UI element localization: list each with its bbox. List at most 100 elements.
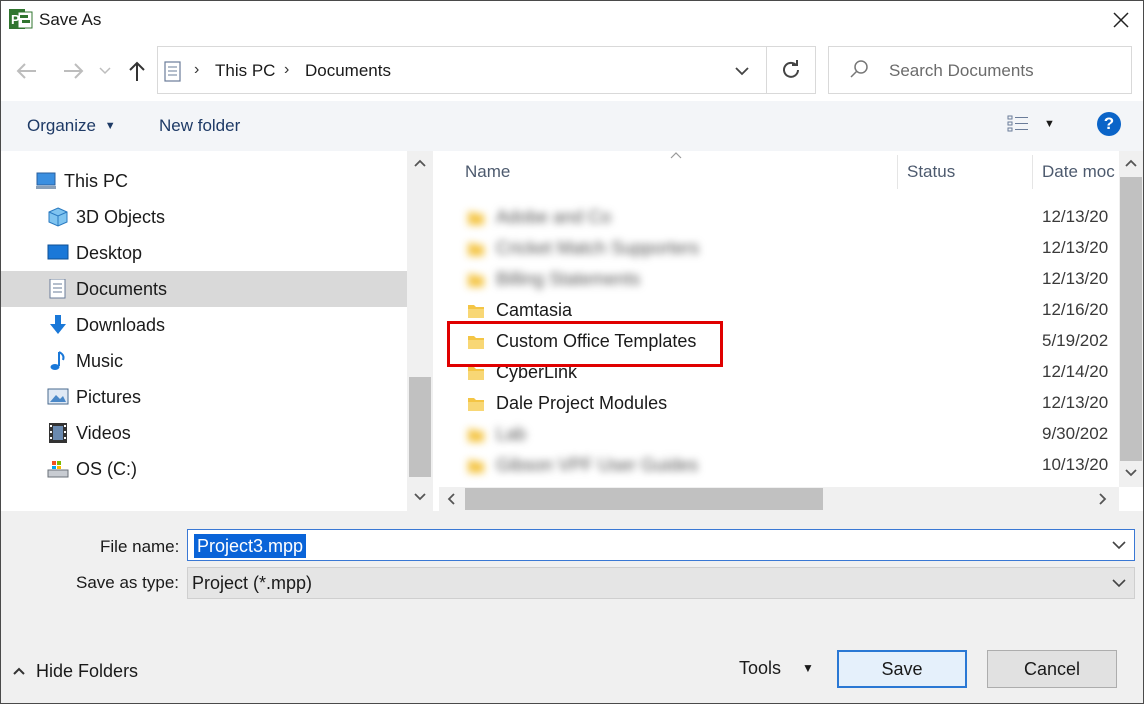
folder-icon bbox=[468, 429, 484, 442]
folder-icon bbox=[468, 305, 484, 318]
chevron-down-icon bbox=[99, 67, 111, 75]
back-arrow-icon bbox=[16, 63, 36, 79]
sidebar-item-this-pc[interactable]: This PC bbox=[1, 163, 407, 199]
scroll-left-icon[interactable] bbox=[447, 493, 455, 505]
file-name: Dale Project Modules bbox=[496, 393, 668, 413]
navigation-bar: › This PC › Documents Search Documents bbox=[1, 39, 1143, 101]
list-item[interactable]: Billing Statements 12/13/20 bbox=[439, 264, 1119, 295]
folder-icon bbox=[468, 274, 484, 287]
cancel-button[interactable]: Cancel bbox=[987, 650, 1117, 688]
film-icon bbox=[49, 423, 67, 443]
column-header-status[interactable]: Status bbox=[907, 162, 955, 202]
sidebar-item-label: Desktop bbox=[76, 243, 143, 263]
file-date: 5/19/202 bbox=[1042, 331, 1109, 350]
sidebar-item-documents[interactable]: Documents bbox=[1, 271, 407, 307]
up-button[interactable] bbox=[123, 57, 151, 85]
save-button[interactable]: Save bbox=[837, 650, 967, 688]
chevron-down-icon bbox=[735, 66, 749, 75]
search-icon bbox=[850, 60, 868, 78]
file-date: 12/13/20 bbox=[1042, 238, 1109, 257]
change-view-button[interactable] bbox=[1007, 114, 1031, 136]
column-header-name[interactable]: Name bbox=[465, 162, 510, 202]
column-header-date-modified[interactable]: Date moc bbox=[1042, 162, 1115, 202]
navigation-pane: This PC 3D Objects Desktop Documents Dow… bbox=[1, 151, 433, 511]
file-date: 12/13/20 bbox=[1042, 207, 1109, 226]
tools-menu-button[interactable]: Tools ▼ bbox=[739, 658, 814, 679]
scroll-up-icon[interactable] bbox=[1125, 159, 1137, 167]
column-divider[interactable] bbox=[897, 155, 898, 189]
sidebar-item-label: Documents bbox=[76, 279, 168, 299]
list-item[interactable]: Lab 9/30/202 bbox=[439, 419, 1119, 450]
hide-folders-button[interactable]: Hide Folders bbox=[13, 661, 138, 682]
sidebar-item-label: Music bbox=[76, 351, 124, 371]
file-date: 12/13/20 bbox=[1042, 393, 1109, 412]
sidebar-item-os-c[interactable]: OS (C:) bbox=[1, 451, 407, 487]
sidebar-item-label: Pictures bbox=[76, 387, 142, 407]
picture-icon bbox=[47, 388, 69, 405]
file-name: Billing Statements bbox=[496, 269, 641, 289]
scrollbar-thumb[interactable] bbox=[409, 377, 431, 477]
scroll-up-icon[interactable] bbox=[414, 159, 426, 167]
sidebar-item-desktop[interactable]: Desktop bbox=[1, 235, 407, 271]
filename-field[interactable]: Project3.mpp bbox=[187, 529, 1135, 561]
file-name: Gibson VPF User Guides bbox=[496, 455, 699, 475]
save-as-dialog: P Save As › This PC › Documents Search D… bbox=[0, 0, 1144, 704]
breadcrumb-documents[interactable]: Documents bbox=[305, 61, 391, 81]
file-name: Lab bbox=[496, 424, 527, 444]
file-date: 12/13/20 bbox=[1042, 269, 1109, 288]
scrollbar-thumb[interactable] bbox=[465, 488, 823, 510]
file-date: 9/30/202 bbox=[1042, 424, 1109, 443]
download-arrow-icon bbox=[50, 315, 66, 334]
back-button[interactable] bbox=[13, 57, 41, 85]
hide-folders-label: Hide Folders bbox=[36, 661, 139, 681]
savetype-label: Save as type: bbox=[76, 573, 180, 592]
address-bar[interactable]: › This PC › Documents bbox=[157, 46, 767, 94]
sidebar-item-pictures[interactable]: Pictures bbox=[1, 379, 407, 415]
address-dropdown-button[interactable] bbox=[729, 59, 755, 83]
details-view-icon bbox=[1007, 115, 1028, 132]
file-name: Adobe and Co bbox=[496, 207, 612, 227]
list-item[interactable]: Gibson VPF User Guides 10/13/20 bbox=[439, 450, 1119, 481]
sidebar-item-music[interactable]: Music bbox=[1, 343, 407, 379]
sidebar-item-videos[interactable]: Videos bbox=[1, 415, 407, 451]
organize-menu-button[interactable]: Organize ▼ bbox=[27, 116, 116, 136]
new-folder-button[interactable]: New folder bbox=[159, 116, 240, 136]
list-item[interactable]: Cricket Match Supporters 12/13/20 bbox=[439, 233, 1119, 264]
list-item[interactable]: Adobe and Co 12/13/20 bbox=[439, 202, 1119, 233]
chevron-down-icon[interactable] bbox=[1112, 541, 1126, 550]
desktop-icon bbox=[47, 244, 69, 260]
svg-text:P: P bbox=[11, 12, 20, 27]
file-list-horizontal-scrollbar[interactable] bbox=[439, 487, 1119, 511]
chevron-down-icon bbox=[1112, 579, 1126, 588]
sidebar-item-3d-objects[interactable]: 3D Objects bbox=[1, 199, 407, 235]
forward-button[interactable] bbox=[59, 57, 87, 85]
recent-locations-button[interactable] bbox=[95, 57, 115, 85]
scroll-right-icon[interactable] bbox=[1099, 493, 1107, 505]
sidebar-item-downloads[interactable]: Downloads bbox=[1, 307, 407, 343]
breadcrumb-this-pc[interactable]: This PC bbox=[215, 61, 275, 81]
scrollbar-thumb[interactable] bbox=[1120, 177, 1142, 461]
sort-ascending-icon bbox=[670, 152, 682, 159]
savetype-select[interactable]: Project (*.mpp) bbox=[187, 567, 1135, 599]
file-name: Cricket Match Supporters bbox=[496, 238, 700, 258]
filename-label: File name: bbox=[100, 537, 180, 556]
refresh-button[interactable] bbox=[766, 46, 816, 94]
folder-icon bbox=[468, 398, 484, 411]
forward-arrow-icon bbox=[64, 63, 84, 79]
sidebar-item-label: This PC bbox=[64, 171, 129, 191]
close-button[interactable] bbox=[1099, 1, 1143, 39]
view-options-caret-icon[interactable]: ▼ bbox=[1044, 118, 1055, 130]
title-bar: P Save As bbox=[1, 1, 1143, 39]
list-item[interactable]: Dale Project Modules 12/13/20 bbox=[439, 388, 1119, 419]
folder-icon bbox=[468, 460, 484, 473]
file-list-vertical-scrollbar[interactable] bbox=[1119, 151, 1143, 487]
savetype-value: Project (*.mpp) bbox=[192, 573, 313, 593]
document-icon bbox=[164, 61, 181, 82]
search-input[interactable]: Search Documents bbox=[828, 46, 1132, 94]
folder-icon bbox=[468, 367, 484, 380]
scroll-down-icon[interactable] bbox=[1125, 469, 1137, 477]
navigation-pane-scrollbar[interactable] bbox=[407, 151, 433, 511]
scroll-down-icon[interactable] bbox=[414, 493, 426, 501]
column-divider[interactable] bbox=[1032, 155, 1033, 189]
help-icon[interactable]: ? bbox=[1097, 112, 1121, 136]
